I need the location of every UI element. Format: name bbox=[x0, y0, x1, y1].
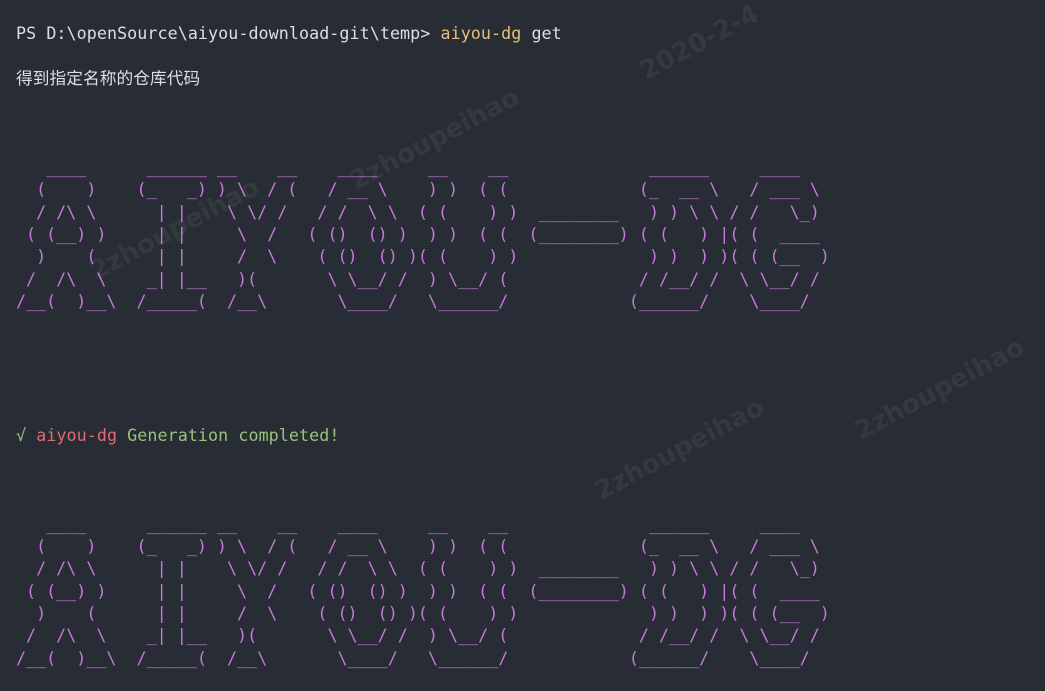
ascii-banner-1: ____ ______ __ __ ____ __ __ ______ ____… bbox=[16, 157, 830, 311]
prompt-path: PS D:\openSource\aiyou-download-git\temp… bbox=[16, 23, 441, 44]
ascii-banner-2: ____ ______ __ __ ____ __ __ ______ ____… bbox=[16, 513, 830, 668]
command-name: aiyou-dg bbox=[440, 23, 522, 44]
info-line: 得到指定名称的仓库代码 bbox=[16, 67, 201, 88]
status-line: √ aiyou-dg Generation completed! bbox=[16, 424, 1045, 446]
check-icon: √ bbox=[16, 424, 27, 445]
prompt-line: PS D:\openSource\aiyou-download-git\temp… bbox=[16, 22, 1045, 44]
status-tool-name: aiyou-dg bbox=[36, 424, 118, 445]
status-message: Generation completed! bbox=[117, 424, 340, 445]
terminal-window[interactable]: PS D:\openSource\aiyou-download-git\temp… bbox=[0, 0, 1045, 668]
command-argument: get bbox=[521, 23, 562, 44]
